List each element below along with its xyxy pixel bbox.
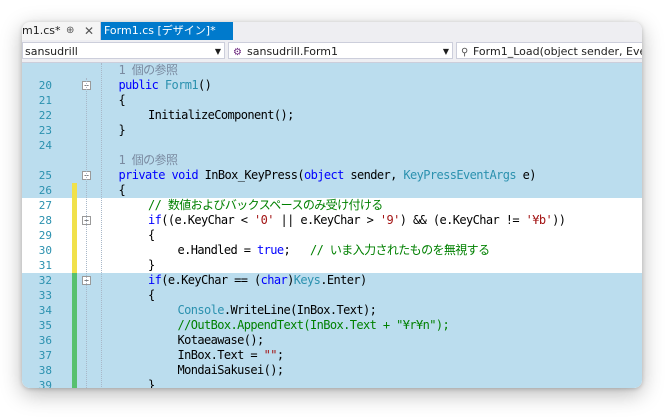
change-marker-yellow — [72, 243, 77, 258]
change-marker-green — [72, 333, 77, 348]
code-text: MondaiSakusei(); — [177, 363, 285, 377]
change-marker-green — [72, 363, 77, 378]
code-text: if(e.KeyChar == (char)Keys.Enter) — [148, 273, 367, 287]
code-line[interactable]: 1 個の参照 — [22, 63, 642, 78]
line-number: 21 — [38, 94, 52, 107]
change-marker-yellow — [72, 213, 77, 228]
change-marker-green — [72, 378, 77, 388]
tab-form1-design[interactable]: Form1.cs [デザイン]* — [101, 22, 233, 40]
code-line[interactable]: 38 MondaiSakusei(); — [22, 363, 642, 378]
code-line[interactable]: 26 { — [22, 183, 642, 198]
code-line[interactable]: 20− public Form1() — [22, 78, 642, 93]
member-name: Form1_Load(object sender, Even — [473, 45, 642, 58]
line-number: 23 — [38, 124, 52, 137]
line-number: 29 — [38, 229, 52, 242]
ide-window: m1.cs* ⊕ ✕ Form1.cs [デザイン]* sansudrill ▼… — [22, 22, 642, 388]
code-line[interactable]: 27 // 数値およびバックスペースのみ受け付ける — [22, 198, 642, 213]
project-dropdown[interactable]: sansudrill ▼ — [22, 42, 225, 59]
change-marker-green — [72, 273, 77, 288]
line-number: 22 — [38, 109, 52, 122]
change-marker-green — [72, 303, 77, 318]
code-line[interactable]: 29 { — [22, 228, 642, 243]
code-line[interactable]: 35 //OutBox.AppendText(InBox.Text + "¥r¥n… — [22, 318, 642, 333]
code-text: e.Handled = true; // いま入力されたものを無視する — [177, 243, 491, 257]
code-text: { — [148, 288, 155, 302]
line-number: 35 — [38, 319, 52, 332]
code-line[interactable]: 32− if(e.KeyChar == (char)Keys.Enter) — [22, 273, 642, 288]
code-text: InBox.Text = ""; — [177, 348, 285, 362]
line-number: 38 — [38, 364, 52, 377]
change-marker-yellow — [72, 183, 77, 198]
tab-label: m1.cs* — [22, 24, 61, 37]
line-number: 39 — [38, 379, 52, 388]
change-marker-green — [72, 348, 77, 363]
change-marker-yellow — [72, 228, 77, 243]
class-name: sansudrill.Form1 — [247, 45, 339, 58]
code-line[interactable]: 21 { — [22, 93, 642, 108]
line-number: 27 — [38, 199, 52, 212]
code-line[interactable]: 25− private void InBox_KeyPress(object se… — [22, 168, 642, 183]
line-number: 28 — [38, 214, 52, 227]
code-text: { — [118, 183, 126, 197]
code-line[interactable]: 36 Kotaeawase(); — [22, 333, 642, 348]
class-icon: ⚙ — [233, 47, 242, 58]
pin-icon[interactable]: ⊕ — [66, 22, 74, 40]
code-text: } — [148, 378, 155, 388]
code-line[interactable]: 39} — [22, 378, 642, 388]
line-number: 30 — [38, 244, 52, 257]
code-text: 1 個の参照 — [118, 63, 178, 77]
document-tab-bar: m1.cs* ⊕ ✕ Form1.cs [デザイン]* — [22, 22, 642, 40]
code-text: // 数値およびバックスペースのみ受け付ける — [148, 198, 383, 212]
indent-guide — [101, 63, 102, 388]
line-number: 25 — [38, 169, 52, 182]
code-text: InitializeComponent(); — [148, 108, 294, 122]
chevron-down-icon: ▼ — [442, 47, 449, 56]
change-marker-yellow — [72, 198, 77, 213]
code-text: { — [148, 228, 155, 242]
code-line[interactable]: 33 { — [22, 288, 642, 303]
code-line[interactable]: 24 — [22, 138, 642, 153]
code-line[interactable]: 22 InitializeComponent(); — [22, 108, 642, 123]
code-text: } — [118, 123, 126, 137]
code-editor[interactable]: 1 個の参照 20− public Form1() 21{22 InitializeCo… — [22, 63, 642, 388]
member-dropdown[interactable]: ⚲ Form1_Load(object sender, Even — [456, 42, 642, 59]
code-line[interactable]: 1 個の参照 — [22, 153, 642, 168]
outline-guide — [86, 78, 87, 388]
class-dropdown[interactable]: ⚙ sansudrill.Form1 ▼ — [228, 42, 453, 59]
line-number: 20 — [38, 79, 52, 92]
change-marker-green — [72, 288, 77, 303]
code-text: public Form1() — [118, 78, 212, 92]
code-text: //OutBox.AppendText(InBox.Text + "¥r¥n")… — [177, 318, 450, 332]
line-number: 36 — [38, 334, 52, 347]
code-text: 1 個の参照 — [118, 153, 178, 167]
code-line[interactable]: 23} — [22, 123, 642, 138]
code-line[interactable]: 37 InBox.Text = ""; — [22, 348, 642, 363]
method-icon: ⚲ — [461, 47, 469, 58]
code-line[interactable]: 30 e.Handled = true; // いま入力されたものを無視する — [22, 243, 642, 258]
code-text: private void InBox_KeyPress(object sende… — [118, 168, 537, 182]
line-number: 33 — [38, 289, 52, 302]
code-text: if((e.KeyChar < '0' || e.KeyChar > '9') … — [148, 213, 566, 227]
code-text: { — [118, 93, 126, 107]
change-marker-green — [72, 318, 77, 333]
code-line[interactable]: 28− if((e.KeyChar < '0' || e.KeyChar > '9… — [22, 213, 642, 228]
line-number: 24 — [38, 139, 52, 152]
line-number: 32 — [38, 274, 52, 287]
line-number: 34 — [38, 304, 52, 317]
close-icon[interactable]: ✕ — [84, 22, 94, 40]
line-number: 37 — [38, 349, 52, 362]
tab-label: Form1.cs [デザイン]* — [104, 24, 216, 37]
code-text: Kotaeawase(); — [177, 333, 265, 347]
line-number: 31 — [38, 259, 52, 272]
code-line[interactable]: 31} — [22, 258, 642, 273]
project-name: sansudrill — [25, 45, 78, 58]
code-line[interactable]: 34 Console.WriteLine(InBox.Text); — [22, 303, 642, 318]
code-text: Console.WriteLine(InBox.Text); — [177, 303, 377, 317]
chevron-down-icon: ▼ — [214, 47, 221, 56]
change-marker-yellow — [72, 258, 77, 273]
code-text: } — [148, 258, 155, 272]
line-number: 26 — [38, 184, 52, 197]
tab-form1-cs[interactable]: m1.cs* ⊕ ✕ — [22, 22, 101, 40]
navigation-bar: sansudrill ▼ ⚙ sansudrill.Form1 ▼ ⚲ Form… — [22, 40, 642, 63]
